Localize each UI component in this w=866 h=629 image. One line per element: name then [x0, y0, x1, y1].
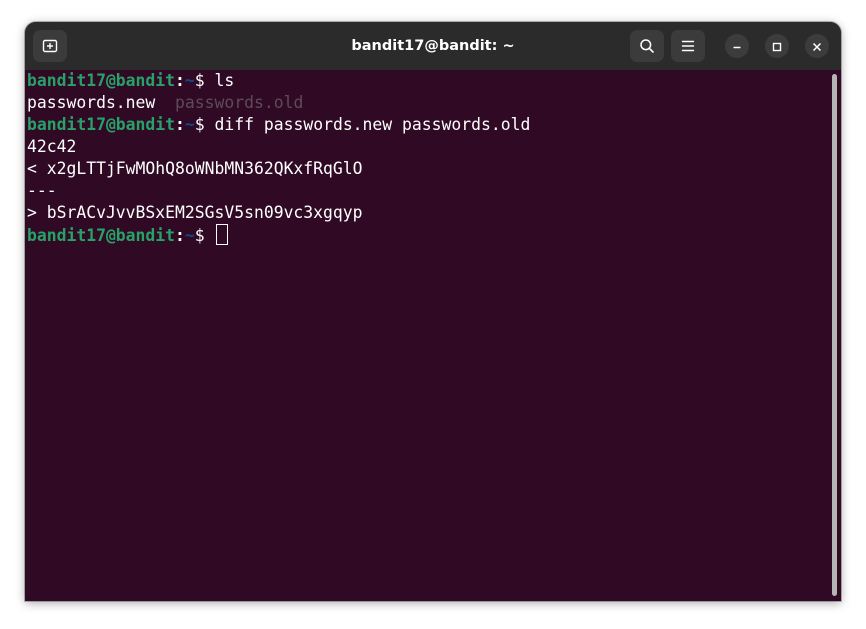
menu-button[interactable]	[671, 30, 705, 62]
search-button[interactable]	[630, 30, 664, 62]
command-line: bandit17@bandit:~$ diff passwords.new pa…	[27, 114, 530, 136]
minimize-button[interactable]	[725, 34, 749, 58]
title-bar[interactable]: bandit17@bandit: ~	[25, 22, 841, 71]
close-icon	[812, 37, 822, 56]
prompt-colon: :	[175, 226, 185, 245]
output-line: > bSrACvJvvBSxEM2SGsV5sn09vc3xgqyp	[27, 203, 363, 222]
minimize-icon	[732, 37, 742, 56]
command-text: ls	[214, 71, 235, 90]
file-item: passwords.new	[27, 93, 156, 112]
hamburger-menu-icon	[681, 40, 695, 52]
close-button[interactable]	[805, 34, 829, 58]
text-cursor	[215, 224, 228, 245]
command-text: diff passwords.new passwords.old	[214, 115, 531, 134]
prompt-symbol: $	[194, 115, 215, 134]
prompt-path: ~	[184, 71, 195, 90]
new-tab-button[interactable]	[33, 30, 67, 62]
terminal-output: bandit17@bandit:~$ ls passwords.new pass…	[27, 70, 530, 246]
prompt-user-host: bandit17@bandit	[27, 226, 176, 245]
prompt-colon: :	[175, 115, 185, 134]
terminal-window: bandit17@bandit: ~ bandit17@bandit:~$ ls…	[25, 22, 841, 601]
terminal-area[interactable]: bandit17@bandit:~$ ls passwords.new pass…	[25, 70, 841, 601]
prompt-user-host: bandit17@bandit	[27, 71, 176, 90]
maximize-icon	[772, 37, 782, 56]
output-line: ---	[27, 181, 57, 200]
maximize-button[interactable]	[765, 34, 789, 58]
prompt-symbol: $	[194, 226, 215, 245]
prompt-colon: :	[175, 71, 185, 90]
ls-output-line: passwords.new passwords.old	[27, 92, 530, 114]
command-line: bandit17@bandit:~$ ls	[27, 70, 530, 92]
prompt-symbol: $	[194, 71, 215, 90]
prompt-user-host: bandit17@bandit	[27, 115, 176, 134]
window-title: bandit17@bandit: ~	[351, 38, 515, 54]
vertical-scrollbar[interactable]	[832, 74, 837, 596]
file-item: passwords.old	[175, 93, 304, 112]
prompt-path: ~	[184, 226, 195, 245]
output-line: 42c42	[27, 137, 77, 156]
output-line: < x2gLTTjFwMOhQ8oWNbMN362QKxfRqGlO	[27, 159, 363, 178]
current-prompt-line: bandit17@bandit:~$	[27, 224, 530, 246]
new-tab-icon	[42, 38, 58, 54]
prompt-path: ~	[184, 115, 195, 134]
search-icon	[639, 38, 655, 54]
